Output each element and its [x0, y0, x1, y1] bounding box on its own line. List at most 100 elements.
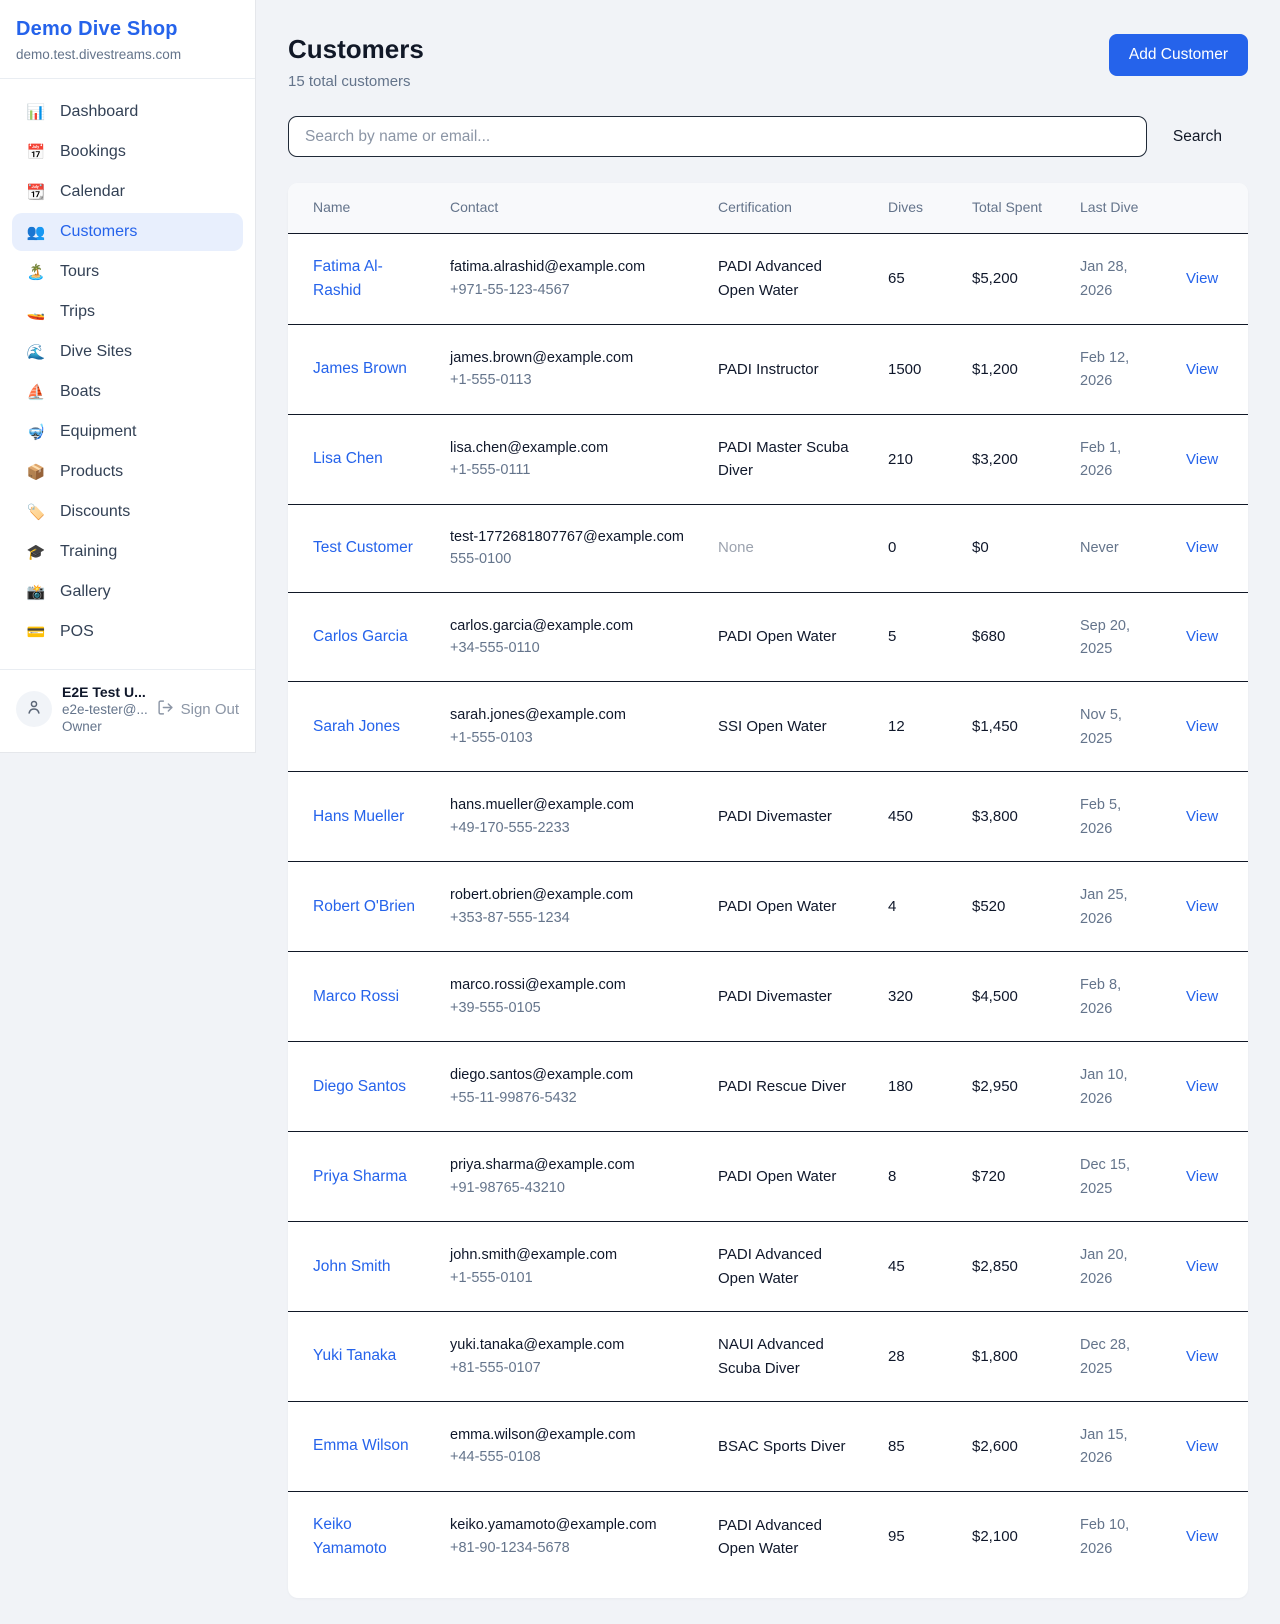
- user-icon: [25, 698, 43, 721]
- discounts-tag-icon: 🏷️: [26, 503, 46, 521]
- customer-last-dive: Never: [1080, 540, 1119, 556]
- customer-last-dive: Feb 12, 2026: [1080, 350, 1129, 389]
- customer-name-link[interactable]: Marco Rossi: [313, 988, 399, 1005]
- table-row: Fatima Al-Rashid fatima.alrashid@example…: [288, 233, 1248, 324]
- customer-phone: +1-555-0113: [450, 369, 686, 391]
- sidebar-nav: 📊 Dashboard 📅 Bookings 📆 Calendar 👥 Cust…: [0, 79, 255, 669]
- customer-dives: 210: [888, 451, 913, 468]
- view-customer-link[interactable]: View: [1186, 539, 1218, 556]
- view-customer-link[interactable]: View: [1186, 451, 1218, 468]
- customer-total-spent: $720: [972, 1168, 1005, 1185]
- view-customer-link[interactable]: View: [1186, 898, 1218, 915]
- user-info: E2E Test U... e2e-tester@... Owner: [62, 684, 147, 734]
- customer-last-dive: Feb 5, 2026: [1080, 797, 1121, 836]
- sidebar-item-bookings[interactable]: 📅 Bookings: [12, 133, 243, 171]
- dive-sites-wave-icon: 🌊: [26, 343, 46, 361]
- view-customer-link[interactable]: View: [1186, 718, 1218, 735]
- tours-island-icon: 🏝️: [26, 263, 46, 281]
- customer-email: keiko.yamamoto@example.com: [450, 1514, 686, 1536]
- search-input[interactable]: [288, 116, 1147, 157]
- table-header-row: NameContactCertificationDivesTotal Spent…: [288, 183, 1248, 233]
- customer-phone: +49-170-555-2233: [450, 817, 686, 839]
- customer-dives: 85: [888, 1438, 905, 1455]
- customer-name-link[interactable]: John Smith: [313, 1258, 391, 1275]
- sidebar-item-trips[interactable]: 🚤 Trips: [12, 293, 243, 331]
- customer-name-link[interactable]: Sarah Jones: [313, 718, 400, 735]
- customer-last-dive: Jan 20, 2026: [1080, 1247, 1128, 1286]
- customer-name-link[interactable]: Carlos Garcia: [313, 628, 408, 645]
- view-customer-link[interactable]: View: [1186, 1078, 1218, 1095]
- sidebar-item-customers[interactable]: 👥 Customers: [12, 213, 243, 251]
- customer-last-dive: Jan 25, 2026: [1080, 887, 1128, 926]
- customer-dives: 95: [888, 1528, 905, 1545]
- page-subtitle: 15 total customers: [288, 73, 424, 90]
- customer-name-link[interactable]: Hans Mueller: [313, 808, 404, 825]
- customer-email: marco.rossi@example.com: [450, 974, 686, 996]
- customer-dives: 28: [888, 1348, 905, 1365]
- customer-name-link[interactable]: Priya Sharma: [313, 1168, 407, 1185]
- view-customer-link[interactable]: View: [1186, 1528, 1218, 1545]
- customer-last-dive: Jan 10, 2026: [1080, 1067, 1128, 1106]
- sidebar-item-discounts[interactable]: 🏷️ Discounts: [12, 493, 243, 531]
- customer-name-link[interactable]: Robert O'Brien: [313, 898, 415, 915]
- customer-total-spent: $2,850: [972, 1258, 1018, 1275]
- customer-dives: 12: [888, 718, 905, 735]
- customer-name-link[interactable]: Diego Santos: [313, 1078, 406, 1095]
- customer-last-dive: Jan 15, 2026: [1080, 1427, 1128, 1466]
- add-customer-button[interactable]: Add Customer: [1109, 34, 1248, 76]
- sidebar-item-calendar[interactable]: 📆 Calendar: [12, 173, 243, 211]
- sidebar-item-products[interactable]: 📦 Products: [12, 453, 243, 491]
- table-row: Hans Mueller hans.mueller@example.com +4…: [288, 772, 1248, 862]
- customer-total-spent: $520: [972, 898, 1005, 915]
- view-customer-link[interactable]: View: [1186, 1258, 1218, 1275]
- view-customer-link[interactable]: View: [1186, 1438, 1218, 1455]
- customer-certification: PADI Instructor: [718, 361, 819, 378]
- sign-out-button[interactable]: Sign Out: [157, 699, 239, 720]
- customer-certification: None: [718, 539, 754, 556]
- customer-total-spent: $4,500: [972, 988, 1018, 1005]
- customer-name-link[interactable]: Emma Wilson: [313, 1437, 409, 1454]
- customer-phone: +44-555-0108: [450, 1446, 686, 1468]
- search-button[interactable]: Search: [1147, 128, 1248, 146]
- customer-total-spent: $3,200: [972, 451, 1018, 468]
- customer-phone: +91-98765-43210: [450, 1177, 686, 1199]
- sidebar-item-boats[interactable]: ⛵ Boats: [12, 373, 243, 411]
- customer-email: diego.santos@example.com: [450, 1064, 686, 1086]
- sidebar-item-equipment[interactable]: 🤿 Equipment: [12, 413, 243, 451]
- customer-name-link[interactable]: James Brown: [313, 360, 407, 377]
- customer-dives: 4: [888, 898, 896, 915]
- customer-total-spent: $1,450: [972, 718, 1018, 735]
- customer-phone: +81-90-1234-5678: [450, 1537, 686, 1559]
- customer-certification: PADI Divemaster: [718, 988, 832, 1005]
- customer-name-link[interactable]: Keiko Yamamoto: [313, 1516, 387, 1557]
- customer-name-link[interactable]: Test Customer: [313, 539, 413, 556]
- customer-name-link[interactable]: Yuki Tanaka: [313, 1347, 396, 1364]
- customer-total-spent: $1,800: [972, 1348, 1018, 1365]
- customer-email: james.brown@example.com: [450, 347, 686, 369]
- customer-name-link[interactable]: Lisa Chen: [313, 450, 383, 467]
- customer-certification: SSI Open Water: [718, 718, 827, 735]
- customer-dives: 320: [888, 988, 913, 1005]
- sidebar-item-tours[interactable]: 🏝️ Tours: [12, 253, 243, 291]
- customer-phone: +1-555-0103: [450, 727, 686, 749]
- dashboard-chart-icon: 📊: [26, 103, 46, 121]
- view-customer-link[interactable]: View: [1186, 808, 1218, 825]
- view-customer-link[interactable]: View: [1186, 1348, 1218, 1365]
- sidebar-item-dive-sites[interactable]: 🌊 Dive Sites: [12, 333, 243, 371]
- customer-name-link[interactable]: Fatima Al-Rashid: [313, 258, 383, 299]
- sidebar-item-training[interactable]: 🎓 Training: [12, 533, 243, 571]
- sidebar-item-gallery[interactable]: 📸 Gallery: [12, 573, 243, 611]
- sidebar-item-pos[interactable]: 💳 POS: [12, 613, 243, 651]
- customer-total-spent: $2,600: [972, 1438, 1018, 1455]
- view-customer-link[interactable]: View: [1186, 270, 1218, 287]
- view-customer-link[interactable]: View: [1186, 988, 1218, 1005]
- customer-phone: +971-55-123-4567: [450, 279, 686, 301]
- column-header-dives: Dives: [872, 183, 956, 233]
- view-customer-link[interactable]: View: [1186, 628, 1218, 645]
- table-row: Keiko Yamamoto keiko.yamamoto@example.co…: [288, 1491, 1248, 1582]
- sidebar-item-dashboard[interactable]: 📊 Dashboard: [12, 93, 243, 131]
- table-row: Yuki Tanaka yuki.tanaka@example.com +81-…: [288, 1312, 1248, 1402]
- customer-total-spent: $2,100: [972, 1528, 1018, 1545]
- view-customer-link[interactable]: View: [1186, 361, 1218, 378]
- view-customer-link[interactable]: View: [1186, 1168, 1218, 1185]
